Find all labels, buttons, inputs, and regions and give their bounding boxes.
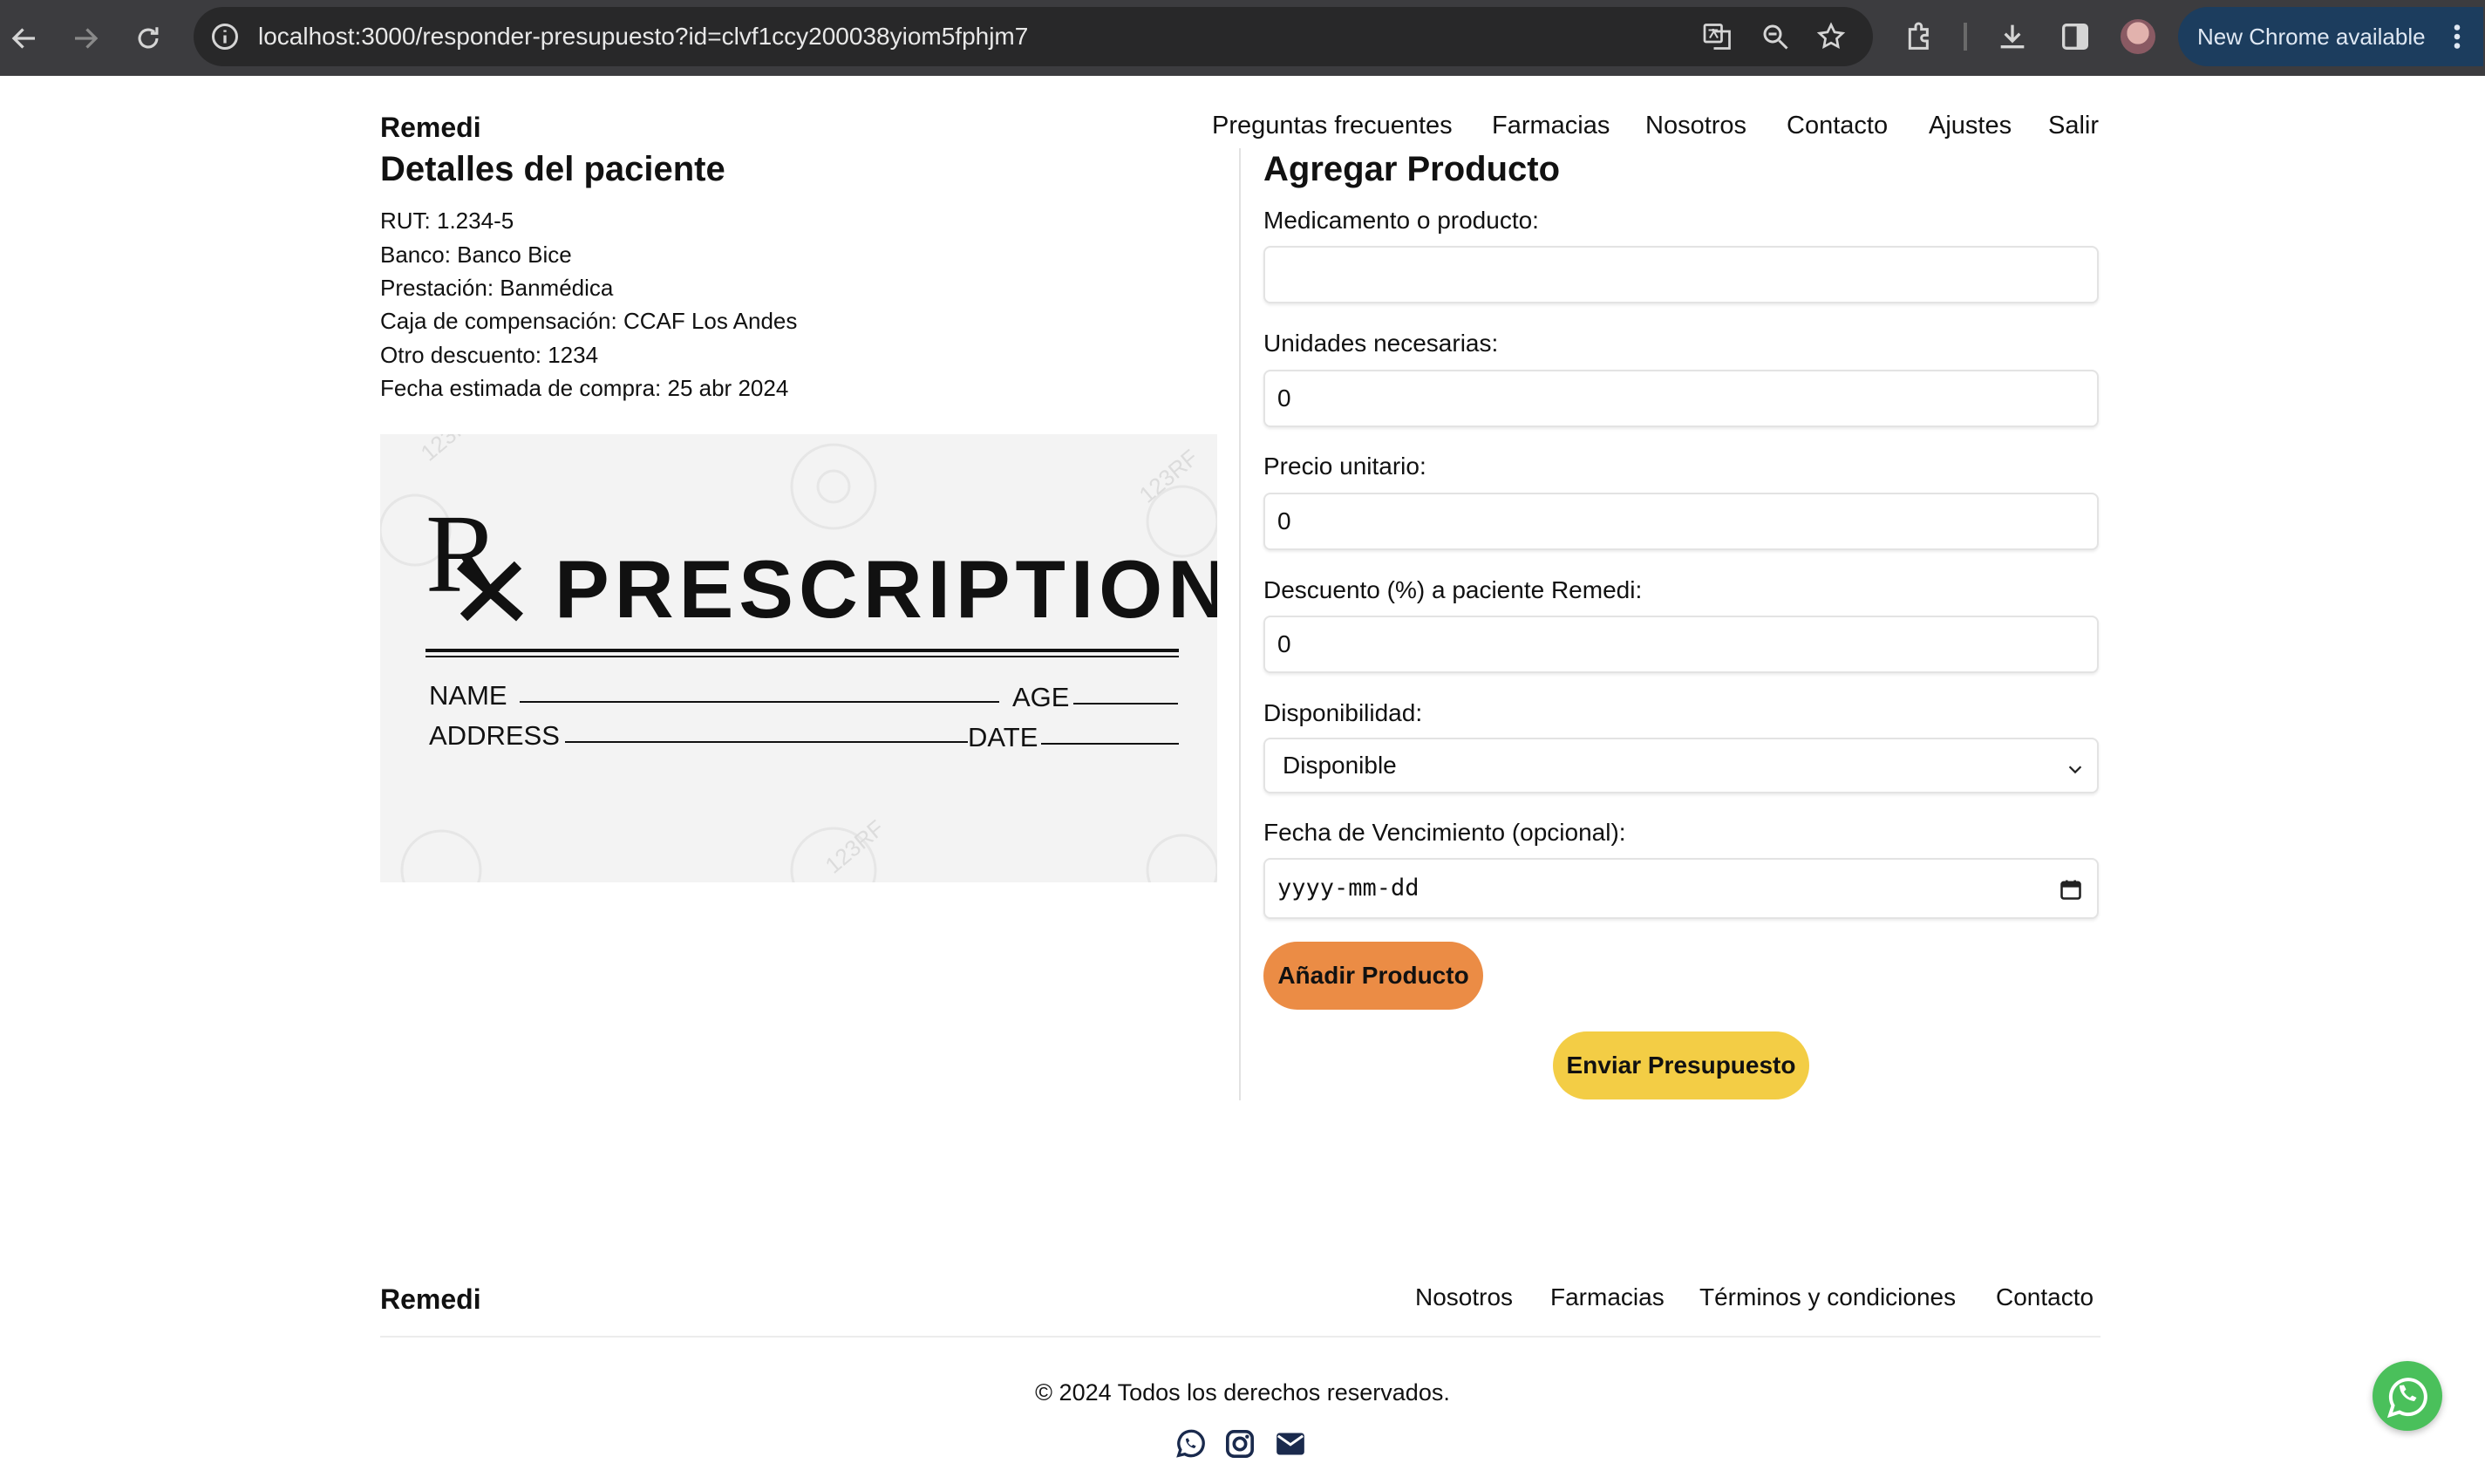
instagram-icon[interactable] xyxy=(1222,1426,1257,1461)
add-product-title: Agregar Producto xyxy=(1263,150,1561,188)
footer-link-terminos[interactable]: Términos y condiciones xyxy=(1699,1283,1956,1311)
patient-purchase-date: Fecha estimada de compra: 25 abr 2024 xyxy=(380,375,789,401)
footer-link-farmacias[interactable]: Farmacias xyxy=(1550,1283,1665,1311)
availability-label: Disponibilidad: xyxy=(1263,699,1423,726)
side-panel-icon[interactable] xyxy=(2058,19,2093,54)
site-brand[interactable]: Remedi xyxy=(380,112,481,144)
date-label: DATE xyxy=(968,722,1038,752)
patient-compensation-fund: Caja de compensación: CCAF Los Andes xyxy=(380,308,798,334)
watermark-text-3: 123RF xyxy=(820,814,889,878)
more-icon[interactable] xyxy=(2448,21,2466,52)
back-icon[interactable] xyxy=(2,16,47,61)
prescription-title: PRESCRIPTION xyxy=(555,543,1217,635)
bookmark-star-icon[interactable] xyxy=(1815,21,1847,52)
floating-whatsapp-button[interactable] xyxy=(2373,1361,2442,1431)
site-info-icon[interactable] xyxy=(209,21,241,52)
copyright-text: © 2024 Todos los derechos reservados. xyxy=(1035,1379,1450,1406)
nav-salir[interactable]: Salir xyxy=(2048,112,2099,140)
send-quote-button[interactable]: Enviar Presupuesto xyxy=(1553,1031,1809,1099)
price-value: 0 xyxy=(1277,507,1291,534)
patient-details-title: Detalles del paciente xyxy=(380,150,725,188)
address-bar[interactable]: localhost:3000/responder-presupuesto?id=… xyxy=(194,7,1873,66)
units-label: Unidades necesarias: xyxy=(1263,330,1499,357)
extensions-icon[interactable] xyxy=(1903,19,1937,54)
whatsapp-icon xyxy=(2386,1378,2427,1419)
patient-bank: Banco: Banco Bice xyxy=(380,242,572,268)
units-value: 0 xyxy=(1277,385,1291,412)
footer-divider xyxy=(380,1336,2100,1338)
column-divider xyxy=(1239,148,1241,1100)
price-input[interactable]: 0 xyxy=(1263,493,2099,550)
address-label: ADDRESS xyxy=(429,720,560,751)
chrome-update-button[interactable]: New Chrome available xyxy=(2178,7,2483,66)
nav-ajustes[interactable]: Ajustes xyxy=(1929,112,2012,140)
mail-icon[interactable] xyxy=(1273,1426,1308,1461)
footer-brand[interactable]: Remedi xyxy=(380,1283,481,1316)
patient-benefit: Prestación: Banmédica xyxy=(380,275,614,301)
add-product-button[interactable]: Añadir Producto xyxy=(1263,942,1483,1010)
update-label: New Chrome available xyxy=(2197,24,2426,50)
reload-icon[interactable] xyxy=(126,16,171,61)
patient-other-discount: Otro descuento: 1234 xyxy=(380,342,599,368)
nav-preguntas-frecuentes[interactable]: Preguntas frecuentes xyxy=(1212,112,1453,140)
forward-icon[interactable] xyxy=(63,16,108,61)
availability-value: Disponible xyxy=(1283,752,1397,779)
name-label: NAME xyxy=(429,680,507,711)
nav-contacto[interactable]: Contacto xyxy=(1787,112,1888,140)
expiry-placeholder: yyyy-mm-dd xyxy=(1277,875,1420,902)
watermark-text-2: 123RF xyxy=(1134,444,1203,507)
patient-rut: RUT: 1.234-5 xyxy=(380,208,514,234)
availability-select[interactable]: Disponible xyxy=(1263,738,2099,793)
discount-label: Descuento (%) a paciente Remedi: xyxy=(1263,576,1643,603)
nav-farmacias[interactable]: Farmacias xyxy=(1492,112,1610,140)
url-text[interactable]: localhost:3000/responder-presupuesto?id=… xyxy=(258,7,1028,66)
toolbar-separator xyxy=(1964,23,1967,51)
prescription-image: 123RF 123RF 123RF R PRESCRIPTION NAME AG… xyxy=(380,434,1217,882)
age-label: AGE xyxy=(1012,682,1069,712)
nav-nosotros[interactable]: Nosotros xyxy=(1645,112,1746,140)
download-icon[interactable] xyxy=(1995,19,2030,54)
calendar-icon[interactable] xyxy=(2059,877,2083,902)
chevron-down-icon xyxy=(2066,757,2085,776)
expiry-date-input[interactable]: yyyy-mm-dd xyxy=(1263,858,2099,919)
expiry-label: Fecha de Vencimiento (opcional): xyxy=(1263,819,1626,846)
zoom-icon[interactable] xyxy=(1760,21,1791,52)
price-label: Precio unitario: xyxy=(1263,453,1426,480)
whatsapp-icon[interactable] xyxy=(1173,1426,1208,1461)
watermark-text-1: 123RF xyxy=(416,434,485,466)
discount-value: 0 xyxy=(1277,630,1291,657)
discount-input[interactable]: 0 xyxy=(1263,616,2099,673)
translate-icon[interactable] xyxy=(1702,21,1733,52)
units-input[interactable]: 0 xyxy=(1263,370,2099,427)
watermark-camera-icons xyxy=(380,443,1217,882)
product-label: Medicamento o producto: xyxy=(1263,207,1539,234)
profile-avatar[interactable] xyxy=(2121,19,2155,54)
browser-toolbar: localhost:3000/responder-presupuesto?id=… xyxy=(0,0,2485,76)
footer-link-contacto[interactable]: Contacto xyxy=(1996,1283,2094,1311)
product-input[interactable] xyxy=(1263,246,2099,303)
footer-link-nosotros[interactable]: Nosotros xyxy=(1415,1283,1513,1311)
